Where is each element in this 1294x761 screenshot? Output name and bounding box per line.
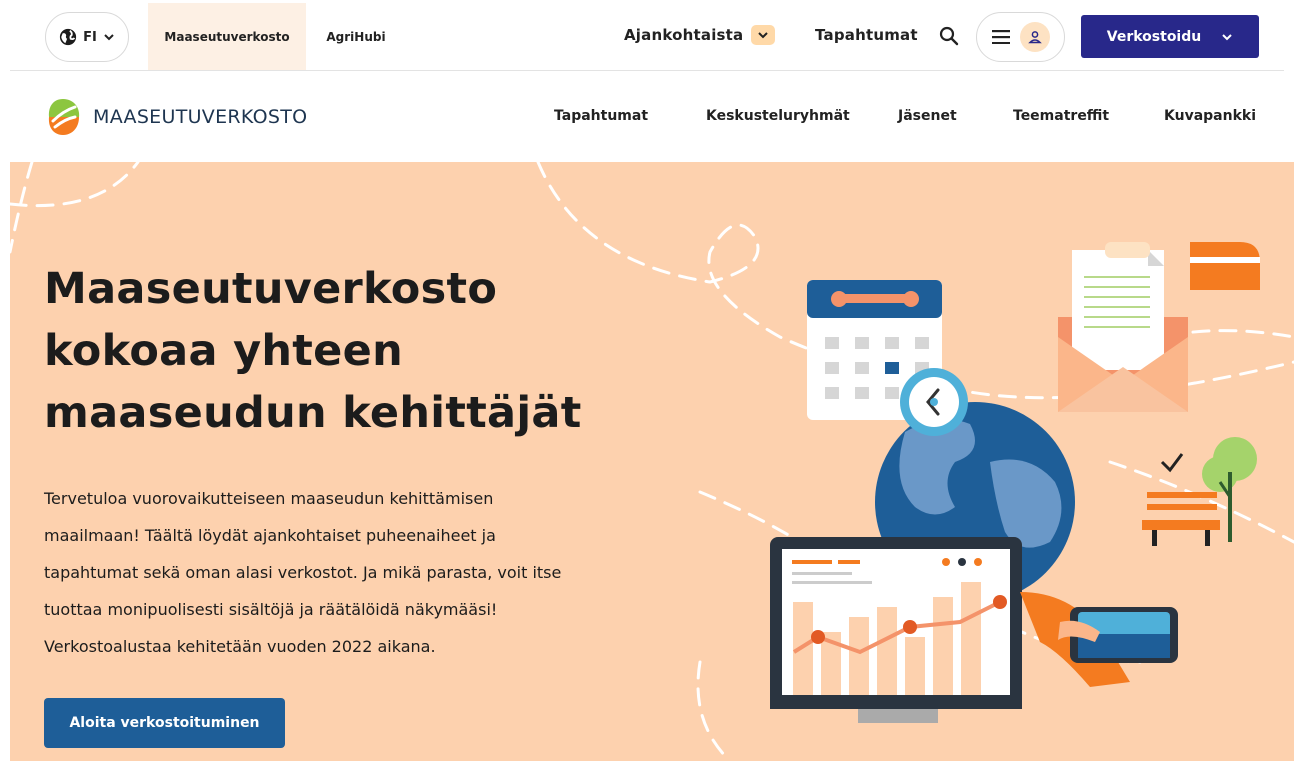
search-icon[interactable] — [938, 25, 960, 47]
hero-description: Tervetuloa vuorovaikutteiseen maaseudun … — [44, 480, 644, 665]
folder-illustration — [1190, 242, 1260, 290]
hero-description-line: Verkostoalustaa kehitetään vuoden 2022 a… — [44, 637, 436, 656]
language-selector[interactable]: FI — [45, 12, 129, 62]
nav-kuvapankki[interactable]: Kuvapankki — [1164, 108, 1256, 124]
globe-icon — [60, 28, 77, 46]
monitor-illustration — [770, 537, 1022, 723]
chevron-down-icon — [751, 25, 776, 45]
user-icon — [1019, 22, 1050, 52]
site-logo[interactable]: MAASEUTUVERKOSTO — [45, 97, 307, 137]
nav-teematreffit[interactable]: Teematreffit — [1013, 108, 1109, 124]
verkostoidu-button[interactable]: Verkostoidu — [1081, 15, 1259, 58]
hero-title: Maaseutuverkosto kokoaa yhteen maaseudun… — [44, 258, 664, 444]
chevron-down-icon — [1222, 33, 1232, 40]
nav-jasenet[interactable]: Jäsenet — [898, 108, 957, 124]
hero-description-line: Tervetuloa vuorovaikutteiseen maaseudun … — [44, 489, 494, 508]
tab-agrihubi[interactable]: AgriHubi — [310, 3, 402, 70]
nav-keskusteluryhmat[interactable]: Keskusteluryhmät — [706, 108, 850, 124]
maaseutuverkosto-logo-icon — [48, 99, 80, 135]
hero-description-line: tuottaa monipuolisesti sisältöjä ja räät… — [44, 600, 498, 619]
park-bench-illustration — [1142, 437, 1257, 546]
hero-title-line-2: kokoaa yhteen — [44, 326, 404, 376]
nav-tapahtumat[interactable]: Tapahtumat — [554, 108, 648, 124]
divider — [10, 70, 1284, 71]
hero-title-line-3: maaseudun kehittäjät — [44, 388, 582, 438]
tab-maaseutuverkosto[interactable]: Maaseutuverkosto — [148, 3, 306, 70]
chevron-down-icon — [104, 34, 114, 41]
brand-name: MAASEUTUVERKOSTO — [93, 106, 308, 128]
hero-section: Maaseutuverkosto kokoaa yhteen maaseudun… — [10, 162, 1294, 761]
clock-illustration — [900, 368, 968, 436]
hero-description-line: maailmaan! Täältä löydät ajankohtaiset p… — [44, 526, 496, 545]
ajankohtaista-dropdown[interactable]: Ajankohtaista — [624, 20, 776, 50]
top-utility-bar: FI Maaseutuverkosto AgriHubi Ajankohtais… — [0, 0, 1294, 70]
hero-description-line: tapahtumat sekä oman alasi verkostot. Ja… — [44, 563, 562, 582]
start-networking-button[interactable]: Aloita verkostoituminen — [44, 698, 285, 748]
menu-user-button[interactable] — [976, 12, 1065, 62]
verkostoidu-label: Verkostoidu — [1106, 28, 1202, 45]
language-label: FI — [83, 29, 97, 45]
hero-illustration — [10, 162, 1294, 761]
tapahtumat-link[interactable]: Tapahtumat — [815, 26, 918, 44]
hero-title-line-1: Maaseutuverkosto — [44, 264, 498, 314]
hamburger-menu-icon — [991, 30, 1010, 44]
ajankohtaista-label: Ajankohtaista — [624, 26, 744, 44]
phone-hand-illustration — [1020, 592, 1178, 687]
envelope-illustration — [1058, 242, 1188, 412]
